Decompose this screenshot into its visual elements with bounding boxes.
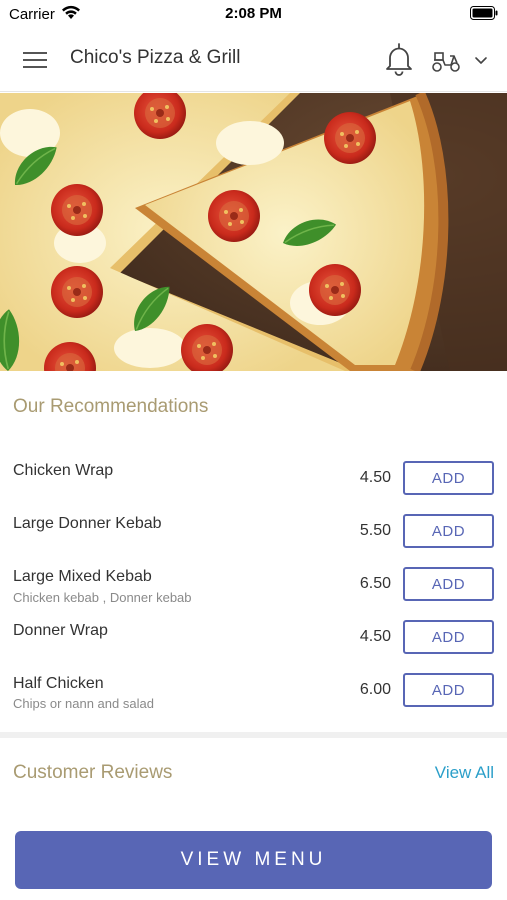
reviews-title: Customer Reviews bbox=[13, 762, 173, 783]
item-price: 5.50 bbox=[359, 522, 391, 539]
item-price: 4.50 bbox=[359, 469, 391, 486]
add-button[interactable]: ADD bbox=[403, 567, 494, 601]
item-price: 4.50 bbox=[359, 628, 391, 645]
item-price: 6.00 bbox=[359, 681, 391, 698]
add-button[interactable]: ADD bbox=[403, 673, 494, 707]
app-header: Chico's Pizza & Grill bbox=[0, 28, 507, 92]
item-name: Large Mixed Kebab bbox=[13, 568, 152, 585]
status-bar: Carrier 2:08 PM bbox=[0, 0, 507, 28]
view-menu-button[interactable]: VIEW MENU bbox=[15, 831, 492, 889]
list-item: Donner Wrap 4.50 ADD bbox=[0, 620, 507, 670]
chevron-down-icon[interactable] bbox=[474, 54, 488, 66]
item-name: Large Donner Kebab bbox=[13, 515, 162, 532]
item-name: Chicken Wrap bbox=[13, 462, 114, 479]
item-description: Chicken kebab , Donner kebab bbox=[13, 590, 192, 605]
list-item: Half Chicken Chips or nann and salad 6.0… bbox=[0, 673, 507, 723]
item-description: Chips or nann and salad bbox=[13, 696, 154, 711]
item-name: Donner Wrap bbox=[13, 622, 108, 639]
hero-image bbox=[0, 93, 507, 371]
list-item: Chicken Wrap 4.50 ADD bbox=[0, 461, 507, 511]
list-item: Large Mixed Kebab Chicken kebab , Donner… bbox=[0, 567, 507, 617]
add-button[interactable]: ADD bbox=[403, 461, 494, 495]
menu-icon[interactable] bbox=[22, 48, 48, 72]
item-name: Half Chicken bbox=[13, 675, 104, 692]
view-all-link[interactable]: View All bbox=[435, 763, 494, 783]
add-button[interactable]: ADD bbox=[403, 620, 494, 654]
list-item: Large Donner Kebab 5.50 ADD bbox=[0, 514, 507, 564]
item-price: 6.50 bbox=[359, 575, 391, 592]
add-button[interactable]: ADD bbox=[403, 514, 494, 548]
delivery-scooter-icon[interactable] bbox=[430, 48, 462, 74]
battery-icon bbox=[470, 6, 498, 20]
status-time: 2:08 PM bbox=[225, 5, 282, 22]
page-title: Chico's Pizza & Grill bbox=[70, 47, 241, 68]
recommendations-title: Our Recommendations bbox=[13, 396, 209, 417]
section-divider bbox=[0, 732, 507, 738]
pizza-photo bbox=[0, 93, 507, 371]
bell-icon[interactable] bbox=[385, 42, 413, 76]
